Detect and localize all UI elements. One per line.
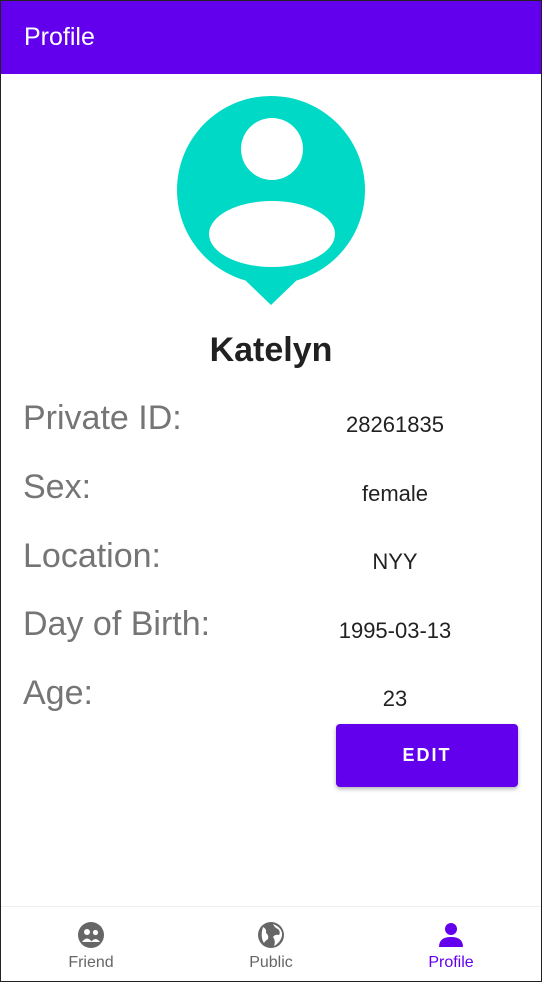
globe-icon [258,922,284,948]
edit-button-label: EDIT [402,745,452,765]
nav-item-friend[interactable]: Friend [1,907,181,981]
nav-item-public[interactable]: Public [181,907,361,981]
app-bar-title: Profile [24,23,95,51]
bottom-navigation: Friend Public Profile [1,906,541,981]
nav-item-profile[interactable]: Profile [361,907,541,981]
age-label: Age: [23,674,93,712]
location-label: Location: [23,537,161,575]
private-id-label: Private ID: [23,399,182,437]
age-value: 23 [382,686,408,711]
friends-icon [78,922,104,948]
nav-label-friend: Friend [68,954,114,971]
nav-label-profile: Profile [428,954,474,971]
day-of-birth-label: Day of Birth: [23,605,211,643]
sex-value: female [361,481,429,506]
profile-name: Katelyn [209,331,333,369]
location-value: NYY [372,549,418,574]
app-screen: Profile Katelyn Private ID: 28261835 Sex… [0,0,542,982]
app-bar: Profile [1,1,541,74]
private-id-value: 28261835 [346,412,444,437]
day-of-birth-value: 1995-03-13 [338,618,452,643]
edit-button[interactable]: EDIT [336,724,518,787]
person-icon [439,923,463,947]
avatar-icon [177,96,365,305]
sex-label: Sex: [23,468,92,506]
nav-label-public: Public [249,954,293,971]
